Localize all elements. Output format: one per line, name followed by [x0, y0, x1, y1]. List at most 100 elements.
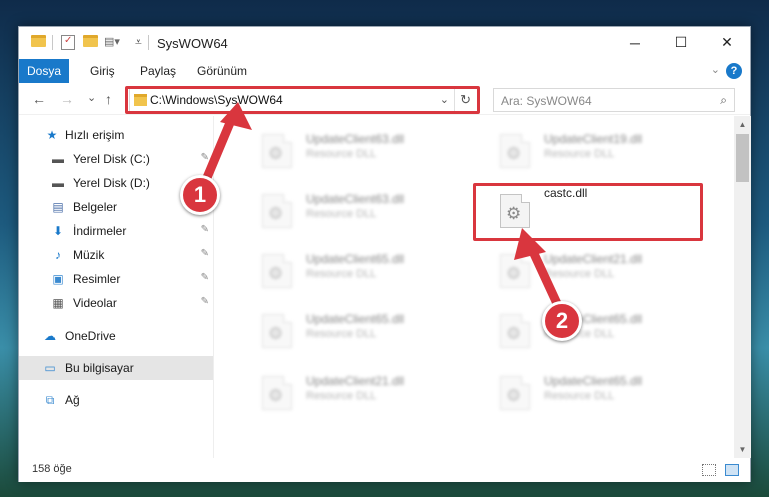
sidebar-item-this-pc[interactable]: ▭ Bu bilgisayar: [19, 356, 213, 380]
pin-icon[interactable]: ✎: [201, 296, 209, 307]
sidebar-item-label: Yerel Disk (D:): [73, 176, 150, 190]
scroll-up-icon[interactable]: ▲: [734, 116, 751, 133]
help-icon[interactable]: ?: [726, 63, 742, 79]
quick-access-menu-icon[interactable]: ⩡: [135, 35, 142, 51]
file-item[interactable]: ⚙ UpdateClient21.dll Resource DLL: [472, 244, 682, 294]
gear-file-icon: ⚙: [500, 314, 530, 348]
gear-file-icon: ⚙: [262, 376, 292, 410]
sidebar-item-label: Videolar: [73, 296, 117, 310]
minimize-button[interactable]: ─: [612, 27, 658, 58]
folder-icon: [31, 35, 46, 47]
sidebar-item-label: Belgeler: [73, 200, 118, 214]
sidebar-item-local-disk-c[interactable]: ▬ Yerel Disk (C:) ✎: [19, 147, 213, 171]
cloud-icon: ☁: [44, 329, 56, 343]
back-button[interactable]: ←: [32, 91, 46, 107]
sidebar-item-label: Müzik: [73, 248, 105, 262]
toolbar-divider: [52, 35, 53, 50]
file-name: UpdateClient65.dll: [306, 312, 405, 326]
file-type: Resource DLL: [544, 148, 615, 160]
title-bar: ✓ ▤▾ ⩡ SysWOW64 ─ ☐ ✕: [19, 27, 750, 59]
vertical-scrollbar[interactable]: ▲ ▼: [734, 116, 751, 458]
tab-file[interactable]: Dosya: [19, 59, 69, 83]
search-input[interactable]: Ara: SysWOW64 ⌕: [493, 88, 735, 112]
sidebar-item-label: OneDrive: [65, 329, 116, 343]
drive-icon: ▬: [52, 152, 64, 166]
sidebar-item-network[interactable]: ⧉ Ağ: [19, 388, 213, 412]
file-type: Resource DLL: [306, 148, 377, 160]
pin-icon[interactable]: ✎: [201, 224, 209, 235]
toolbar-divider: [148, 35, 149, 50]
file-item[interactable]: ⚙ UpdateClient65.dll Resource DLL: [234, 304, 444, 354]
file-name: UpdateClient21.dll: [306, 374, 405, 388]
document-icon: ▤: [52, 200, 64, 214]
file-item[interactable]: ⚙ UpdateClient63.dll Resource DLL: [234, 184, 444, 234]
sidebar-item-downloads[interactable]: ⬇ İndirmeler ✎: [19, 219, 213, 243]
file-list: ⚙ UpdateClient63.dll Resource DLL ⚙ Upda…: [214, 116, 734, 458]
gear-file-icon: ⚙: [262, 194, 292, 228]
scroll-down-icon[interactable]: ▼: [734, 441, 751, 458]
chevron-up-icon[interactable]: ⌄: [711, 63, 720, 76]
file-item[interactable]: ⚙ UpdateClient65.dll Resource DLL: [472, 366, 682, 416]
sidebar-item-label: Bu bilgisayar: [65, 361, 134, 375]
file-name: UpdateClient63.dll: [306, 132, 405, 146]
file-name: UpdateClient65.dll: [306, 252, 405, 266]
step-1-badge: 1: [180, 175, 220, 215]
network-icon: ⧉: [45, 392, 55, 407]
gear-file-icon: ⚙: [500, 254, 530, 288]
file-item[interactable]: ⚙ UpdateClient63.dll Resource DLL: [234, 124, 444, 174]
sidebar-item-label: Yerel Disk (C:): [73, 152, 150, 166]
ribbon-tabs: Dosya Giriş Paylaş Görünüm ⌄ ?: [19, 59, 750, 83]
close-button[interactable]: ✕: [704, 27, 750, 58]
address-highlight: [125, 86, 480, 114]
file-name: UpdateClient65.dll: [544, 374, 643, 388]
item-count: 158 öğe: [32, 463, 72, 475]
gear-file-icon: ⚙: [500, 134, 530, 168]
recent-locations-button[interactable]: ⌄: [87, 91, 96, 104]
pin-icon[interactable]: ✎: [201, 152, 209, 163]
status-bar: 158 öğe: [19, 458, 750, 482]
tab-share[interactable]: Paylaş: [140, 64, 176, 78]
maximize-button[interactable]: ☐: [658, 27, 704, 58]
tab-home[interactable]: Giriş: [90, 64, 115, 78]
sidebar-item-onedrive[interactable]: ☁ OneDrive: [19, 324, 213, 348]
up-button[interactable]: ↑: [105, 91, 112, 107]
sidebar-item-pictures[interactable]: ▣ Resimler ✎: [19, 267, 213, 291]
download-icon: ⬇: [52, 224, 64, 238]
large-icons-view-icon[interactable]: [725, 464, 739, 476]
file-type: Resource DLL: [306, 208, 377, 220]
pictures-icon: ▣: [52, 272, 64, 286]
file-type: Resource DLL: [306, 390, 377, 402]
step-2-badge: 2: [542, 301, 582, 341]
scroll-thumb[interactable]: [736, 134, 749, 182]
file-item[interactable]: ⚙ UpdateClient19.dll Resource DLL: [472, 124, 682, 174]
star-icon: ★: [46, 128, 58, 142]
sidebar-item-label: Ağ: [65, 393, 80, 407]
pin-icon[interactable]: ✎: [201, 248, 209, 259]
details-view-icon[interactable]: [702, 464, 716, 476]
sidebar-item-label: İndirmeler: [73, 224, 127, 238]
drive-icon: ▬: [52, 176, 64, 190]
file-type: Resource DLL: [306, 268, 377, 280]
forward-button[interactable]: →: [60, 91, 74, 107]
sidebar-item-videos[interactable]: ▦ Videolar ✎: [19, 291, 213, 315]
file-item[interactable]: ⚙ UpdateClient21.dll Resource DLL: [234, 366, 444, 416]
computer-icon: ▭: [44, 361, 56, 375]
sidebar-item-music[interactable]: ♪ Müzik ✎: [19, 243, 213, 267]
properties-icon[interactable]: ✓: [61, 35, 75, 50]
file-highlight: [473, 183, 703, 241]
file-name: UpdateClient19.dll: [544, 132, 643, 146]
music-icon: ♪: [55, 248, 61, 262]
file-item[interactable]: ⚙ UpdateClient65.dll Resource DLL: [234, 244, 444, 294]
tab-view[interactable]: Görünüm: [197, 64, 247, 78]
file-name: UpdateClient21.dll: [544, 252, 643, 266]
customize-quick-access-icon[interactable]: ▤▾: [104, 35, 120, 51]
new-folder-icon[interactable]: [83, 35, 98, 47]
gear-file-icon: ⚙: [262, 134, 292, 168]
sidebar-item-quick-access[interactable]: ★ Hızlı erişim: [19, 123, 213, 147]
window-title: SysWOW64: [157, 36, 228, 51]
sidebar-item-label: Hızlı erişim: [65, 128, 125, 142]
file-type: Resource DLL: [306, 328, 377, 340]
search-placeholder: Ara: SysWOW64: [501, 94, 592, 108]
gear-file-icon: ⚙: [262, 314, 292, 348]
pin-icon[interactable]: ✎: [201, 272, 209, 283]
